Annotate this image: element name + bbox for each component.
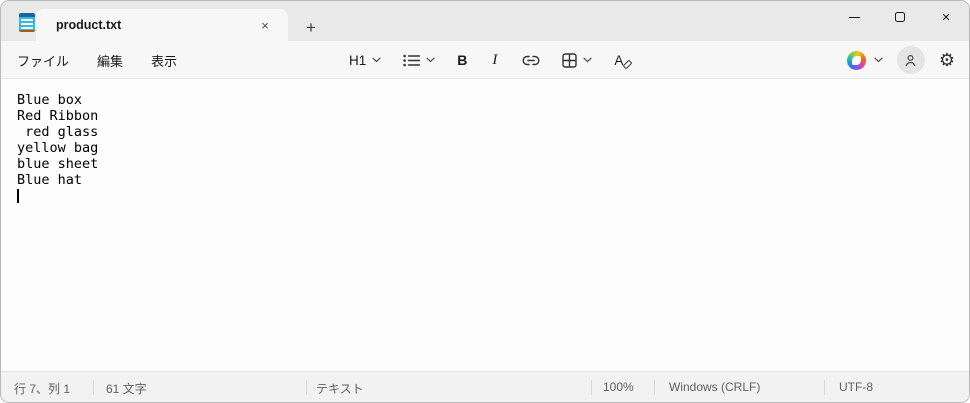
status-divider	[93, 380, 94, 395]
account-button[interactable]	[896, 46, 925, 74]
italic-button[interactable]: I	[484, 48, 505, 73]
editor-line: blue sheet	[17, 156, 99, 172]
link-button[interactable]	[517, 51, 545, 70]
chevron-down-icon	[426, 57, 435, 63]
tab-close-icon[interactable]: ×	[256, 16, 274, 34]
status-divider	[306, 380, 307, 395]
statusbar: 行 7、列 1 61 文字 テキスト 100% Windows (CRLF) U…	[1, 371, 969, 402]
maximize-icon	[895, 12, 905, 22]
tab-product-txt[interactable]: product.txt ×	[36, 9, 288, 41]
person-icon	[903, 53, 918, 68]
chevron-down-icon	[372, 57, 381, 63]
toolbar-right: ⚙	[846, 41, 955, 79]
editor-line: Blue hat	[17, 172, 83, 188]
clear-formatting-icon: A	[614, 53, 633, 69]
tab-title: product.txt	[56, 18, 122, 32]
notepad-window: product.txt × + × ファイル 編集 表示 H1 B I A ⚙ …	[0, 0, 970, 403]
list-style-button[interactable]	[398, 50, 440, 71]
bold-button[interactable]: B	[452, 48, 472, 72]
editor-line: red glass	[17, 124, 99, 140]
copilot-button[interactable]	[846, 50, 883, 70]
status-char-count: 61 文字	[106, 382, 147, 396]
close-button[interactable]: ×	[923, 1, 969, 33]
heading-label: H1	[349, 52, 367, 68]
table-button[interactable]	[557, 49, 597, 72]
editor-line: Red Ribbon	[17, 108, 99, 124]
menubar: ファイル 編集 表示	[17, 41, 177, 79]
editor-line: yellow bag	[17, 140, 99, 156]
clear-formatting-button[interactable]: A	[609, 49, 636, 72]
copilot-icon	[846, 50, 866, 70]
status-zoom-level[interactable]: 100%	[603, 380, 634, 394]
status-line-ending: Windows (CRLF)	[669, 380, 761, 394]
status-document-type: テキスト	[316, 382, 364, 396]
notepad-app-icon	[19, 13, 35, 32]
minimize-button[interactable]	[831, 1, 877, 33]
gear-icon: ⚙	[938, 50, 955, 70]
maximize-button[interactable]	[877, 1, 923, 33]
status-divider	[591, 380, 592, 395]
text-editor[interactable]: Blue box Red Ribbon red glass yellow bag…	[1, 80, 969, 373]
window-controls: ×	[831, 1, 969, 41]
editor-line: Blue box	[17, 92, 83, 108]
menu-view[interactable]: 表示	[151, 51, 177, 70]
text-cursor	[17, 189, 19, 203]
titlebar: product.txt × + ×	[1, 1, 969, 41]
heading-style-button[interactable]: H1	[344, 49, 386, 72]
chevron-down-icon	[583, 57, 592, 63]
status-encoding: UTF-8	[839, 380, 873, 394]
chevron-down-icon	[874, 57, 883, 63]
menu-toolbar-row: ファイル 編集 表示 H1 B I A ⚙	[1, 41, 969, 79]
formatting-toolbar: H1 B I A	[344, 41, 636, 79]
status-divider	[654, 380, 655, 395]
status-divider	[824, 380, 825, 395]
menu-file[interactable]: ファイル	[17, 51, 69, 70]
bullet-list-icon	[403, 54, 421, 67]
settings-button[interactable]: ⚙	[939, 51, 955, 69]
link-icon	[522, 55, 540, 66]
editor-line	[17, 188, 969, 204]
minimize-icon	[848, 16, 860, 18]
close-icon: ×	[941, 8, 951, 26]
italic-icon: I	[492, 51, 498, 68]
menu-edit[interactable]: 編集	[97, 51, 123, 70]
table-icon	[562, 52, 578, 68]
status-cursor-position: 行 7、列 1	[14, 382, 71, 396]
new-tab-button[interactable]: +	[301, 18, 321, 38]
bold-icon: B	[457, 52, 468, 68]
